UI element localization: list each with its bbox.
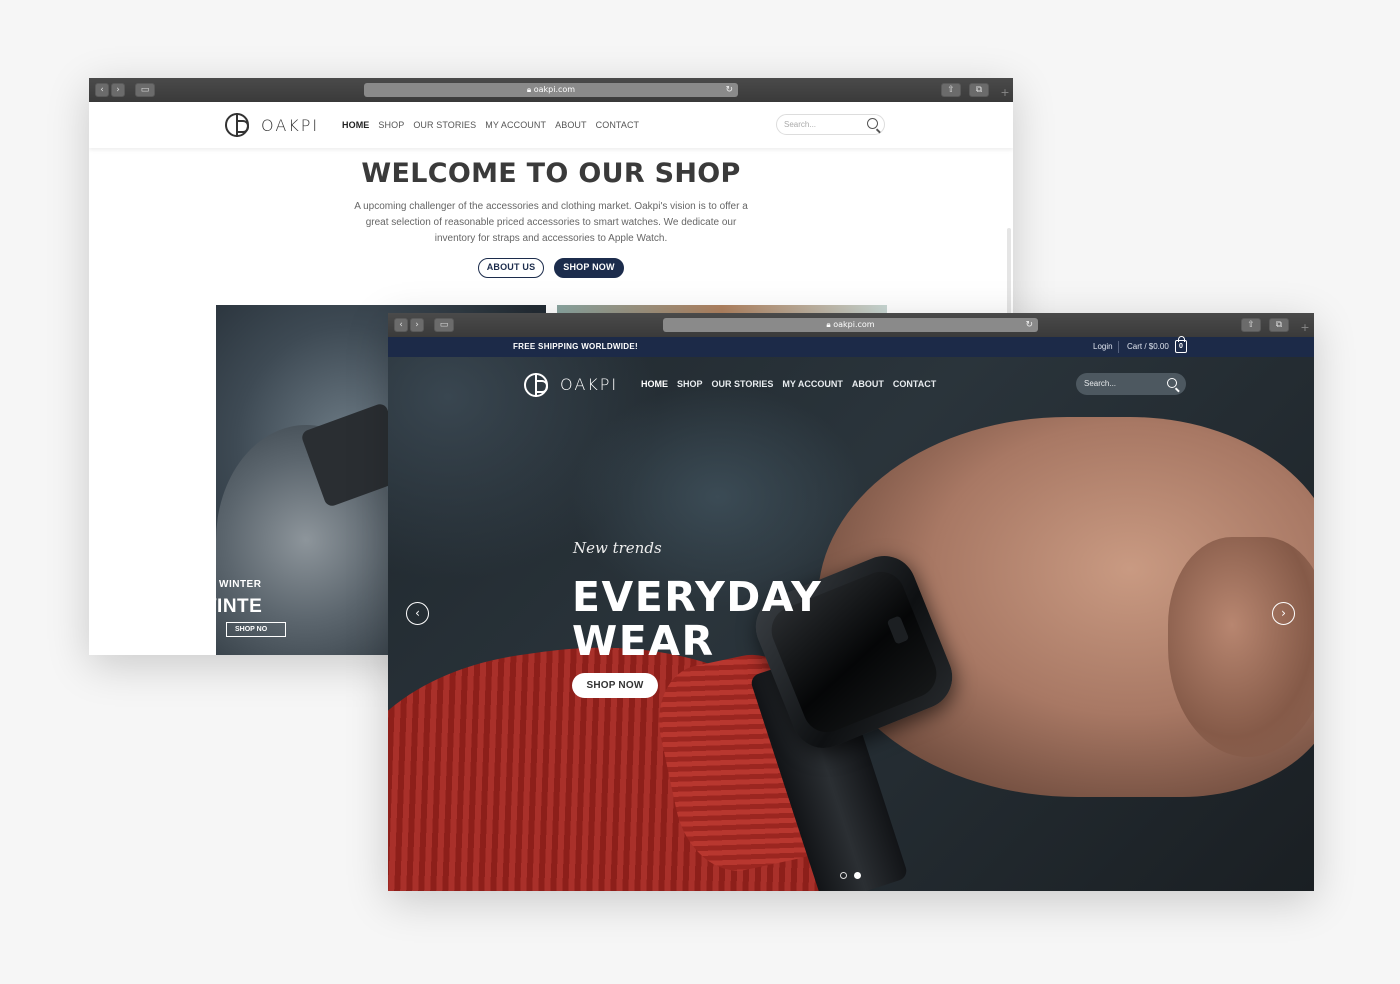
nav-my-account[interactable]: MY ACCOUNT [485,120,546,130]
promo-subtitle: WINTER [219,579,262,590]
logo-text[interactable]: OAKPI [560,375,618,394]
sidebar-icon[interactable]: ▭ [434,318,454,332]
url-text: oakpi.com [833,320,875,329]
promo-shop-button[interactable]: SHOP NO [226,622,286,637]
search-icon[interactable] [1167,378,1177,388]
nav-contact[interactable]: CONTACT [893,379,936,389]
about-us-button[interactable]: ABOUT US [478,258,544,278]
lock-icon: 🔒︎ [826,320,831,329]
search-placeholder: Search... [1084,379,1117,388]
reload-icon[interactable]: ↻ [725,83,733,97]
main-nav: HOME SHOP OUR STORIES MY ACCOUNT ABOUT C… [342,120,639,130]
cart-bag-icon[interactable]: 0 [1175,336,1187,353]
nav-home[interactable]: HOME [342,120,369,130]
page-title: WELCOME TO OUR SHOP [361,158,741,189]
login-link[interactable]: Login [1093,342,1113,351]
logo-icon[interactable] [225,113,249,137]
logo-text[interactable]: OAKPI [261,116,319,135]
sidebar-icon[interactable]: ▭ [135,83,155,97]
slide-dot-1[interactable] [840,872,847,879]
reload-icon[interactable]: ↻ [1025,318,1033,332]
intro-text: A upcoming challenger of the accessories… [354,201,748,244]
address-bar[interactable]: 🔒︎ oakpi.com ↻ [364,83,738,97]
search-icon[interactable] [867,118,878,129]
forward-icon[interactable]: › [111,83,125,97]
nav-our-stories[interactable]: OUR STORIES [413,120,476,130]
search-input[interactable]: Search... [776,114,885,135]
new-tab-icon[interactable]: + [1299,321,1311,335]
browser-toolbar: ‹ › ▭ 🔒︎ oakpi.com ↻ ⇧ ⧉ + [89,78,1013,102]
shop-now-button[interactable]: SHOP NOW [554,258,624,278]
fingers-shape [1168,537,1314,757]
search-placeholder: Search... [784,120,817,129]
nav-about[interactable]: ABOUT [555,120,587,130]
lock-icon: 🔒︎ [526,85,532,94]
hero-shop-now-button[interactable]: SHOP NOW [572,673,658,698]
cart-link[interactable]: Cart / $0.00 [1127,342,1169,351]
nav-contact[interactable]: CONTACT [596,120,640,130]
tabs-icon[interactable]: ⧉ [969,83,989,97]
back-icon[interactable]: ‹ [95,83,109,97]
chevron-left-icon[interactable]: ‹ [406,602,429,625]
back-icon[interactable]: ‹ [394,318,408,332]
chevron-right-icon[interactable]: › [1272,602,1295,625]
share-icon[interactable]: ⇧ [1241,318,1261,332]
nav-shop[interactable]: SHOP [378,120,404,130]
hero-headline: EVERYDAY WEAR [572,573,823,665]
search-input[interactable]: Search... [1076,373,1186,395]
forward-icon[interactable]: › [410,318,424,332]
front-browser-window: ‹ › ▭ 🔒︎ oakpi.com ↻ ⇧ ⧉ + FREE SHIPPING… [388,313,1314,891]
promo-title: NEW WINTE [147,596,263,617]
announcement-bar: FREE SHIPPING WORLDWIDE! Login Cart / $0… [388,336,1314,357]
nav-home[interactable]: HOME [641,379,668,389]
tabs-icon[interactable]: ⧉ [1269,318,1289,332]
shipping-notice: FREE SHIPPING WORLDWIDE! [513,342,638,351]
nav-shop[interactable]: SHOP [677,379,703,389]
new-tab-icon[interactable]: + [999,86,1011,100]
url-text: oakpi.com [533,85,576,94]
main-nav: HOME SHOP OUR STORIES MY ACCOUNT ABOUT C… [641,379,936,389]
browser-toolbar: ‹ › ▭ 🔒︎ oakpi.com ↻ ⇧ ⧉ + [388,313,1314,337]
nav-our-stories[interactable]: OUR STORIES [712,379,774,389]
nav-about[interactable]: ABOUT [852,379,884,389]
address-bar[interactable]: 🔒︎ oakpi.com ↻ [663,318,1038,332]
hero-slider: OAKPI HOME SHOP OUR STORIES MY ACCOUNT A… [388,357,1314,891]
site-header: OAKPI HOME SHOP OUR STORIES MY ACCOUNT A… [89,102,1013,148]
logo-icon[interactable] [524,373,548,397]
share-icon[interactable]: ⇧ [941,83,961,97]
hero-tagline: New trends [573,539,662,557]
slide-dot-2[interactable] [854,872,861,879]
nav-my-account[interactable]: MY ACCOUNT [782,379,843,389]
divider [1118,341,1119,353]
